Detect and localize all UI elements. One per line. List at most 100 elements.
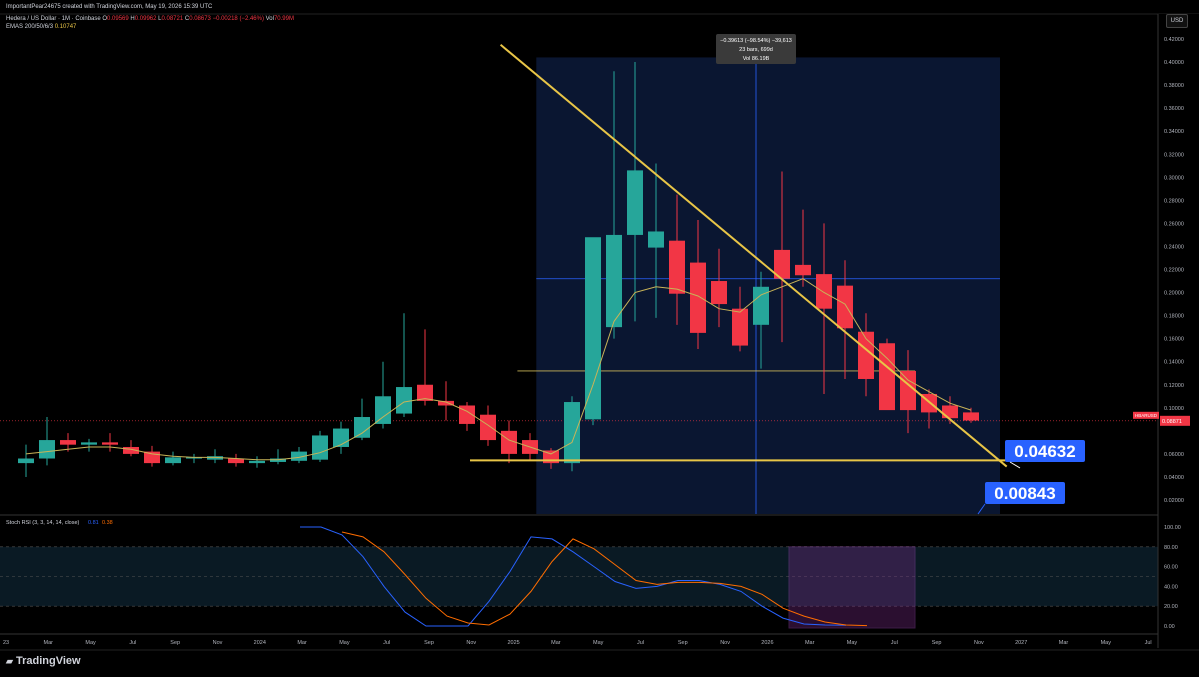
time-tick-label: Sep (424, 640, 434, 646)
time-tick-label: Mar (551, 640, 561, 646)
time-tick-label: 2026 (761, 640, 773, 646)
candle-body (102, 442, 118, 445)
time-tick-label: Sep (678, 640, 688, 646)
ema-label: EMAS 200/50/6/3 (6, 24, 54, 30)
ohlc-l: 0.08721 (161, 16, 184, 22)
price-tick-label: 0.36000 (1164, 106, 1184, 112)
stoch-k-value: 0.81 (88, 520, 99, 526)
price-tick-label: 0.24000 (1164, 244, 1184, 250)
time-tick-label: Jul (1145, 640, 1152, 646)
candle-body (711, 281, 727, 305)
time-tick-label: Mar (297, 640, 307, 646)
time-tick-label: May (847, 640, 858, 646)
candle-body (627, 170, 643, 235)
measure-label-line: Vol 86.19B (743, 56, 770, 62)
price-tick-label: 0.04000 (1164, 475, 1184, 481)
price-pane[interactable]: −0.39613 (−98.54%) −39,613 23 bars, 699d V… (0, 30, 1158, 515)
currency-button[interactable]: USD (1166, 14, 1188, 28)
stoch-title: Stoch RSI (3, 3, 14, 14, close) (6, 520, 80, 526)
measure-label-line: −0.39613 (−98.54%) −39,613 (720, 38, 792, 44)
symbol-tag: HBARUSD (1135, 413, 1158, 418)
stoch-tick-label: 100.00 (1164, 525, 1181, 531)
candle-body (60, 440, 76, 445)
price-tick-label: 0.16000 (1164, 337, 1184, 343)
ohlc-h: 0.09962 (134, 16, 157, 22)
logo-text: TradingView (15, 655, 81, 667)
candle-body (816, 274, 832, 309)
price-tick-label: 0.06000 (1164, 452, 1184, 458)
measure-range-box (536, 57, 1000, 514)
time-tick-label: Mar (44, 640, 54, 646)
time-tick-label: May (339, 640, 350, 646)
candle-body (963, 412, 979, 421)
candle-body (837, 285, 853, 329)
header-attribution: ImportantPear24675 created with TradingV… (6, 4, 213, 10)
time-tick-label: Sep (932, 640, 942, 646)
time-tick-label: Nov (720, 640, 730, 646)
price-tick-label: 0.28000 (1164, 198, 1184, 204)
callout-upper: 0.04632 (1005, 440, 1085, 462)
stoch-tick-label: 80.00 (1164, 545, 1178, 551)
tv-icon: ▰ (6, 656, 13, 666)
time-tick-label: 23 (3, 640, 9, 646)
ema-value: 0.10747 (54, 24, 77, 30)
candle-body (480, 414, 496, 441)
candle-body (396, 387, 412, 414)
price-tick-label: 0.20000 (1164, 291, 1184, 297)
symbol-line: Hedera / US Dollar · 1M · Coinbase (6, 16, 101, 22)
vol-label: Vol (265, 16, 274, 22)
chart: −0.39613 (−98.54%) −39,613 23 bars, 699d V… (0, 0, 1199, 677)
header-ema-line: EMAS 200/50/6/3 0.10747 (6, 24, 76, 30)
time-tick-label: May (1101, 640, 1112, 646)
time-tick-label: Jul (891, 640, 898, 646)
price-tick-label: 0.38000 (1164, 83, 1184, 89)
stoch-tick-label: 20.00 (1164, 604, 1178, 610)
price-tick-label: 0.34000 (1164, 129, 1184, 135)
time-tick-label: Nov (213, 640, 223, 646)
current-price-tag: 0.08871 (1162, 419, 1182, 425)
callout-upper-text: 0.04632 (1014, 442, 1075, 461)
stoch-tick-label: 60.00 (1164, 565, 1178, 571)
price-tick-label: 0.14000 (1164, 360, 1184, 366)
price-tick-label: 0.10000 (1164, 406, 1184, 412)
candle-body (81, 442, 97, 445)
candle-body (564, 402, 580, 464)
price-tick-label: 0.40000 (1164, 60, 1184, 66)
time-tick-label: Jul (637, 640, 644, 646)
candle-body (900, 370, 916, 411)
candle-body (354, 417, 370, 438)
candle-body (669, 240, 685, 294)
price-tick-label: 0.18000 (1164, 314, 1184, 320)
measure-label-line: 23 bars, 699d (739, 47, 773, 53)
stoch-highlight-box (788, 546, 916, 629)
price-tick-label: 0.02000 (1164, 498, 1184, 504)
header-symbol-line: Hedera / US Dollar · 1M · Coinbase O0.09… (6, 16, 294, 22)
candle-body (39, 440, 55, 459)
time-tick-label: May (85, 640, 96, 646)
stoch-d-value: 0.38 (102, 520, 113, 526)
candle-body (732, 308, 748, 346)
stoch-tick-label: 40.00 (1164, 584, 1178, 590)
ohlc-change: −0.00218 (−2.46%) (212, 16, 264, 22)
time-tick-label: Nov (974, 640, 984, 646)
time-tick-label: Mar (1059, 640, 1069, 646)
time-tick-label: Jul (129, 640, 136, 646)
price-tick-label: 0.42000 (1164, 37, 1184, 43)
time-tick-label: Jul (383, 640, 390, 646)
stoch-tick-label: 0.00 (1164, 624, 1175, 630)
candle-body (144, 451, 160, 464)
candle-body (312, 435, 328, 460)
time-tick-label: 2024 (254, 640, 266, 646)
candle-body (942, 405, 958, 419)
candle-body (165, 457, 181, 464)
tradingview-logo[interactable]: ▰ TradingView (6, 655, 81, 667)
price-tick-label: 0.32000 (1164, 152, 1184, 158)
time-tick-label: May (593, 640, 604, 646)
time-tick-label: 2025 (507, 640, 519, 646)
candle-body (585, 237, 601, 420)
ohlc-c: 0.08673 (189, 16, 211, 22)
ohlc-o: 0.09569 (107, 16, 129, 22)
price-tick-label: 0.22000 (1164, 268, 1184, 274)
candle-body (375, 396, 391, 424)
time-tick-label: 2027 (1015, 640, 1027, 646)
